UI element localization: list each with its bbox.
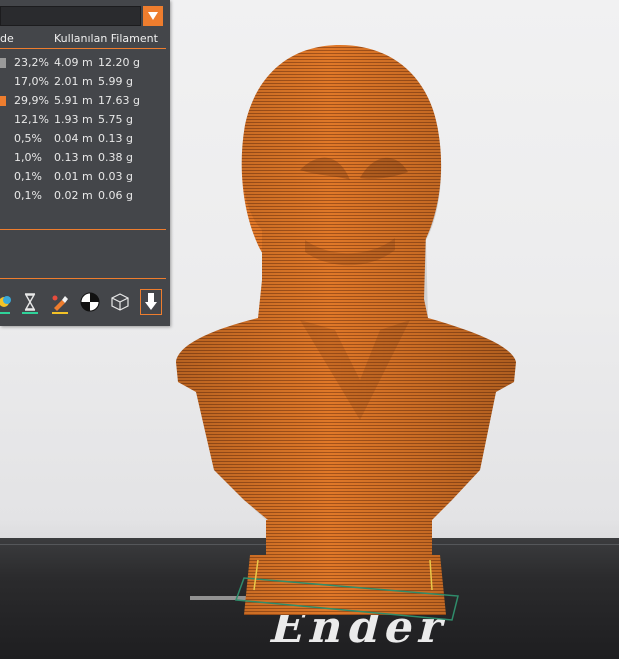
length-cell: 2.01 m <box>54 75 93 88</box>
percent-cell: 0,1% <box>14 189 42 202</box>
divider <box>0 229 166 230</box>
weight-cell: 12.20 g <box>98 56 140 69</box>
extruder-color-swatch <box>0 58 6 68</box>
percent-cell: 12,1% <box>14 113 49 126</box>
weight-cell: 0.13 g <box>98 132 133 145</box>
checker-circle-icon <box>80 292 100 312</box>
header-col-filament: Kullanılan Filament <box>54 32 158 45</box>
weight-cell: 5.99 g <box>98 75 133 88</box>
wireframe-toggle-button[interactable] <box>108 289 132 315</box>
divider <box>0 48 166 49</box>
percent-cell: 29,9% <box>14 94 49 107</box>
percent-cell: 17,0% <box>14 75 49 88</box>
table-row: 0,5% 0.04 m 0.13 g <box>0 130 170 148</box>
length-cell: 0.02 m <box>54 189 93 202</box>
percent-cell: 1,0% <box>14 151 42 164</box>
percent-cell: 0,5% <box>14 132 42 145</box>
length-cell: 0.04 m <box>54 132 93 145</box>
color-print-icon <box>0 296 11 307</box>
paint-tool-button[interactable] <box>48 289 72 315</box>
length-cell: 0.01 m <box>54 170 93 183</box>
weight-cell: 5.75 g <box>98 113 133 126</box>
length-cell: 5.91 m <box>54 94 93 107</box>
table-row: 17,0% 2.01 m 5.99 g <box>0 73 170 91</box>
percent-cell: 0,1% <box>14 170 42 183</box>
table-row: 29,9% 5.91 m 17.63 g <box>0 92 170 110</box>
hourglass-icon <box>24 293 36 311</box>
filament-usage-panel: de Kullanılan Filament 23,2% 4.09 m 12.20 … <box>0 0 170 326</box>
length-cell: 1.93 m <box>54 113 93 126</box>
table-row: 1,0% 0.13 m 0.38 g <box>0 149 170 167</box>
shading-toggle-button[interactable] <box>78 289 102 315</box>
extruder-color-swatch <box>0 96 6 106</box>
weight-cell: 0.38 g <box>98 151 133 164</box>
divider <box>0 278 166 279</box>
export-down-arrow-icon <box>145 293 157 310</box>
export-button[interactable] <box>140 289 162 315</box>
paint-brush-icon <box>52 295 68 311</box>
weight-cell: 0.06 g <box>98 189 133 202</box>
table-row: 0,1% 0.01 m 0.03 g <box>0 168 170 186</box>
length-cell: 4.09 m <box>54 56 93 69</box>
model-shading <box>176 45 516 615</box>
header-col-extruder: de <box>0 32 14 45</box>
print-time-button[interactable] <box>18 289 42 315</box>
percent-cell: 23,2% <box>14 56 49 69</box>
view-mode-select[interactable] <box>0 6 141 26</box>
table-row: 12,1% 1.93 m 5.75 g <box>0 111 170 129</box>
color-print-button[interactable] <box>0 289 14 315</box>
table-row: 23,2% 4.09 m 12.20 g <box>0 54 170 72</box>
view-mode-dropdown-button[interactable] <box>143 6 163 26</box>
table-row: 0,1% 0.02 m 0.06 g <box>0 187 170 205</box>
wireframe-cube-icon <box>111 293 129 311</box>
length-cell: 0.13 m <box>54 151 93 164</box>
table-header: de Kullanılan Filament <box>0 31 170 47</box>
weight-cell: 17.63 g <box>98 94 140 107</box>
weight-cell: 0.03 g <box>98 170 133 183</box>
chevron-down-icon <box>148 12 158 20</box>
